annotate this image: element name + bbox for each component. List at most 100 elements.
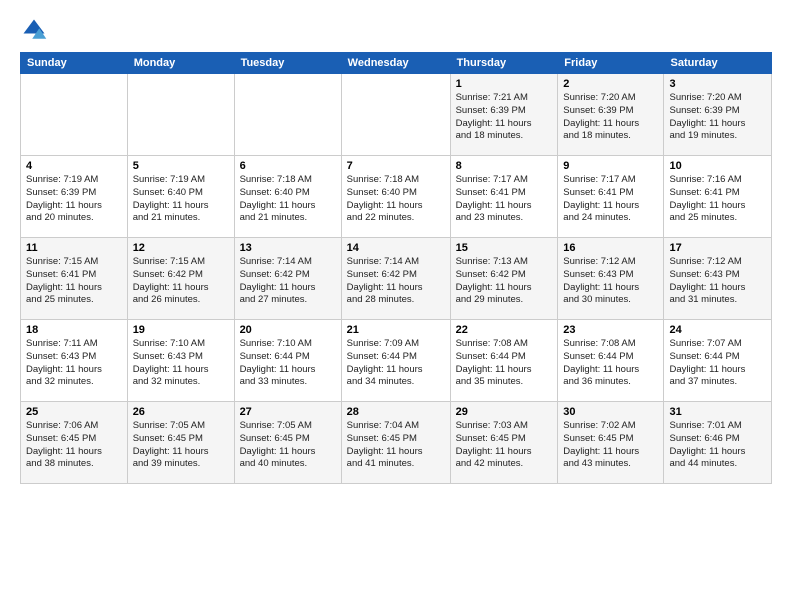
weekday-header-saturday: Saturday bbox=[664, 53, 772, 74]
calendar-cell: 25 Sunrise: 7:06 AM Sunset: 6:45 PM Dayli… bbox=[21, 402, 128, 484]
calendar-cell: 7Sunrise: 7:18 AM Sunset: 6:40 PM Daylig… bbox=[341, 156, 450, 238]
calendar-cell: 8 Sunrise: 7:17 AM Sunset: 6:41 PM Daylig… bbox=[450, 156, 558, 238]
day-number: 24 bbox=[669, 324, 766, 336]
day-info: Sunrise: 7:09 AM Sunset: 6:44 PM Dayligh… bbox=[347, 338, 445, 389]
day-info: Sunrise: 7:21 AM Sunset: 6:39 PM Dayligh… bbox=[456, 92, 553, 143]
calendar-cell bbox=[234, 74, 341, 156]
calendar-cell: 21 Sunrise: 7:09 AM Sunset: 6:44 PM Dayli… bbox=[341, 320, 450, 402]
day-info: Sunrise: 7:15 AM Sunset: 6:42 PM Dayligh… bbox=[133, 256, 229, 307]
calendar-cell: 11 Sunrise: 7:15 AM Sunset: 6:41 PM Dayli… bbox=[21, 238, 128, 320]
day-info: Sunrise: 7:18 AM Sunset: 6:40 PM Dayligh… bbox=[240, 174, 336, 225]
calendar-cell: 30 Sunrise: 7:02 AM Sunset: 6:45 PM Dayli… bbox=[558, 402, 664, 484]
day-number: 8 bbox=[456, 160, 553, 172]
day-number: 26 bbox=[133, 406, 229, 418]
header bbox=[20, 16, 772, 44]
day-number: 28 bbox=[347, 406, 445, 418]
calendar-cell bbox=[127, 74, 234, 156]
day-number: 3 bbox=[669, 78, 766, 90]
day-info: Sunrise: 7:12 AM Sunset: 6:43 PM Dayligh… bbox=[563, 256, 658, 307]
day-number: 6 bbox=[240, 160, 336, 172]
day-number: 1 bbox=[456, 78, 553, 90]
weekday-header-wednesday: Wednesday bbox=[341, 53, 450, 74]
day-info: Sunrise: 7:15 AM Sunset: 6:41 PM Dayligh… bbox=[26, 256, 122, 307]
day-number: 2 bbox=[563, 78, 658, 90]
week-row-2: 11 Sunrise: 7:15 AM Sunset: 6:41 PM Dayli… bbox=[21, 238, 772, 320]
calendar-cell: 29 Sunrise: 7:03 AM Sunset: 6:45 PM Dayli… bbox=[450, 402, 558, 484]
day-number: 4 bbox=[26, 160, 122, 172]
weekday-header-row: SundayMondayTuesdayWednesdayThursdayFrid… bbox=[21, 53, 772, 74]
calendar-cell: 5 Sunrise: 7:19 AM Sunset: 6:40 PM Daylig… bbox=[127, 156, 234, 238]
calendar-cell: 18Sunrise: 7:11 AM Sunset: 6:43 PM Dayli… bbox=[21, 320, 128, 402]
day-number: 22 bbox=[456, 324, 553, 336]
calendar-cell: 13 Sunrise: 7:14 AM Sunset: 6:42 PM Dayli… bbox=[234, 238, 341, 320]
weekday-header-monday: Monday bbox=[127, 53, 234, 74]
day-number: 14 bbox=[347, 242, 445, 254]
week-row-4: 25 Sunrise: 7:06 AM Sunset: 6:45 PM Dayli… bbox=[21, 402, 772, 484]
day-info: Sunrise: 7:08 AM Sunset: 6:44 PM Dayligh… bbox=[456, 338, 553, 389]
logo-icon bbox=[20, 16, 48, 44]
day-number: 29 bbox=[456, 406, 553, 418]
weekday-header-sunday: Sunday bbox=[21, 53, 128, 74]
calendar-cell: 16Sunrise: 7:12 AM Sunset: 6:43 PM Dayli… bbox=[558, 238, 664, 320]
calendar-cell: 24Sunrise: 7:07 AM Sunset: 6:44 PM Dayli… bbox=[664, 320, 772, 402]
calendar-cell: 15 Sunrise: 7:13 AM Sunset: 6:42 PM Dayli… bbox=[450, 238, 558, 320]
day-info: Sunrise: 7:18 AM Sunset: 6:40 PM Dayligh… bbox=[347, 174, 445, 225]
day-number: 23 bbox=[563, 324, 658, 336]
day-info: Sunrise: 7:01 AM Sunset: 6:46 PM Dayligh… bbox=[669, 420, 766, 471]
day-info: Sunrise: 7:13 AM Sunset: 6:42 PM Dayligh… bbox=[456, 256, 553, 307]
day-info: Sunrise: 7:16 AM Sunset: 6:41 PM Dayligh… bbox=[669, 174, 766, 225]
calendar-cell: 27 Sunrise: 7:05 AM Sunset: 6:45 PM Dayli… bbox=[234, 402, 341, 484]
day-info: Sunrise: 7:14 AM Sunset: 6:42 PM Dayligh… bbox=[347, 256, 445, 307]
day-number: 12 bbox=[133, 242, 229, 254]
day-number: 21 bbox=[347, 324, 445, 336]
day-info: Sunrise: 7:05 AM Sunset: 6:45 PM Dayligh… bbox=[133, 420, 229, 471]
calendar-cell: 10 Sunrise: 7:16 AM Sunset: 6:41 PM Dayli… bbox=[664, 156, 772, 238]
calendar-cell bbox=[341, 74, 450, 156]
calendar-cell: 22 Sunrise: 7:08 AM Sunset: 6:44 PM Dayli… bbox=[450, 320, 558, 402]
calendar-cell: 20 Sunrise: 7:10 AM Sunset: 6:44 PM Dayli… bbox=[234, 320, 341, 402]
day-info: Sunrise: 7:19 AM Sunset: 6:39 PM Dayligh… bbox=[26, 174, 122, 225]
day-info: Sunrise: 7:10 AM Sunset: 6:43 PM Dayligh… bbox=[133, 338, 229, 389]
week-row-1: 4 Sunrise: 7:19 AM Sunset: 6:39 PM Daylig… bbox=[21, 156, 772, 238]
day-info: Sunrise: 7:08 AM Sunset: 6:44 PM Dayligh… bbox=[563, 338, 658, 389]
week-row-0: 1 Sunrise: 7:21 AM Sunset: 6:39 PM Daylig… bbox=[21, 74, 772, 156]
day-info: Sunrise: 7:14 AM Sunset: 6:42 PM Dayligh… bbox=[240, 256, 336, 307]
day-info: Sunrise: 7:17 AM Sunset: 6:41 PM Dayligh… bbox=[563, 174, 658, 225]
calendar-cell: 2 Sunrise: 7:20 AM Sunset: 6:39 PM Daylig… bbox=[558, 74, 664, 156]
weekday-header-tuesday: Tuesday bbox=[234, 53, 341, 74]
day-info: Sunrise: 7:06 AM Sunset: 6:45 PM Dayligh… bbox=[26, 420, 122, 471]
day-number: 17 bbox=[669, 242, 766, 254]
day-number: 25 bbox=[26, 406, 122, 418]
day-info: Sunrise: 7:04 AM Sunset: 6:45 PM Dayligh… bbox=[347, 420, 445, 471]
calendar-cell: 31Sunrise: 7:01 AM Sunset: 6:46 PM Dayli… bbox=[664, 402, 772, 484]
day-number: 9 bbox=[563, 160, 658, 172]
day-info: Sunrise: 7:17 AM Sunset: 6:41 PM Dayligh… bbox=[456, 174, 553, 225]
calendar-cell: 1 Sunrise: 7:21 AM Sunset: 6:39 PM Daylig… bbox=[450, 74, 558, 156]
logo bbox=[20, 16, 52, 44]
day-info: Sunrise: 7:10 AM Sunset: 6:44 PM Dayligh… bbox=[240, 338, 336, 389]
day-number: 13 bbox=[240, 242, 336, 254]
day-info: Sunrise: 7:19 AM Sunset: 6:40 PM Dayligh… bbox=[133, 174, 229, 225]
week-row-3: 18Sunrise: 7:11 AM Sunset: 6:43 PM Dayli… bbox=[21, 320, 772, 402]
calendar-cell: 17Sunrise: 7:12 AM Sunset: 6:43 PM Dayli… bbox=[664, 238, 772, 320]
day-info: Sunrise: 7:03 AM Sunset: 6:45 PM Dayligh… bbox=[456, 420, 553, 471]
day-number: 5 bbox=[133, 160, 229, 172]
day-info: Sunrise: 7:02 AM Sunset: 6:45 PM Dayligh… bbox=[563, 420, 658, 471]
day-number: 30 bbox=[563, 406, 658, 418]
calendar-cell: 19Sunrise: 7:10 AM Sunset: 6:43 PM Dayli… bbox=[127, 320, 234, 402]
calendar-cell: 26 Sunrise: 7:05 AM Sunset: 6:45 PM Dayli… bbox=[127, 402, 234, 484]
day-number: 10 bbox=[669, 160, 766, 172]
day-number: 15 bbox=[456, 242, 553, 254]
day-number: 18 bbox=[26, 324, 122, 336]
day-info: Sunrise: 7:20 AM Sunset: 6:39 PM Dayligh… bbox=[669, 92, 766, 143]
calendar-cell: 12 Sunrise: 7:15 AM Sunset: 6:42 PM Dayli… bbox=[127, 238, 234, 320]
calendar: SundayMondayTuesdayWednesdayThursdayFrid… bbox=[20, 52, 772, 484]
calendar-cell bbox=[21, 74, 128, 156]
day-info: Sunrise: 7:20 AM Sunset: 6:39 PM Dayligh… bbox=[563, 92, 658, 143]
day-info: Sunrise: 7:05 AM Sunset: 6:45 PM Dayligh… bbox=[240, 420, 336, 471]
day-number: 27 bbox=[240, 406, 336, 418]
day-number: 11 bbox=[26, 242, 122, 254]
day-number: 20 bbox=[240, 324, 336, 336]
weekday-header-friday: Friday bbox=[558, 53, 664, 74]
calendar-cell: 3 Sunrise: 7:20 AM Sunset: 6:39 PM Daylig… bbox=[664, 74, 772, 156]
